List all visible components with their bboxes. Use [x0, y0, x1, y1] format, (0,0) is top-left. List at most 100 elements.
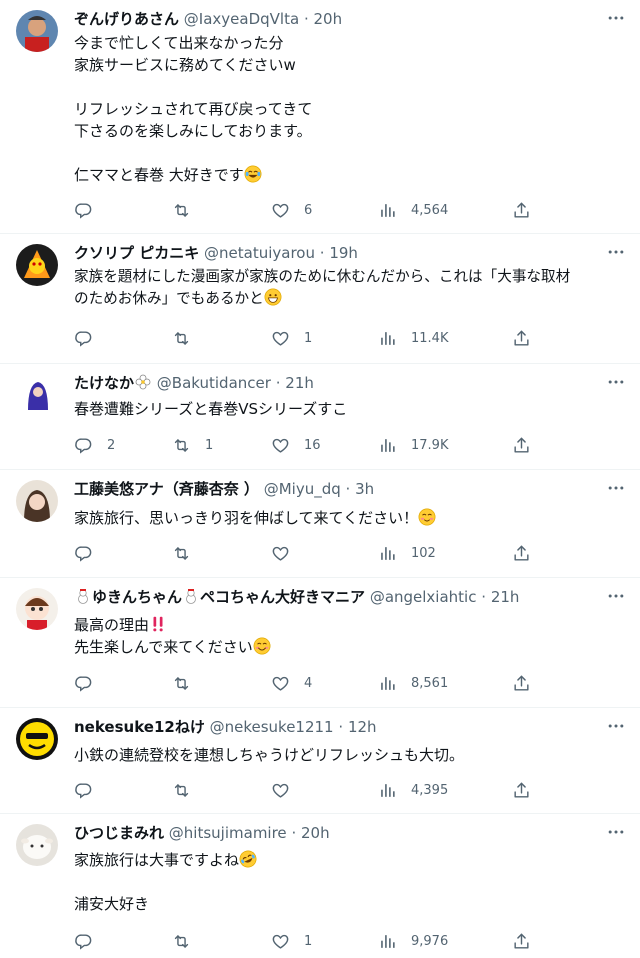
- avatar[interactable]: [16, 824, 58, 866]
- timestamp[interactable]: 20h: [301, 824, 330, 842]
- like-button[interactable]: [271, 779, 304, 801]
- user-handle[interactable]: @angelxiahtic: [370, 588, 477, 606]
- tweet-item[interactable]: 工藤美悠アナ（斉藤杏奈 ） @Miyu_dq · 3h 家族旅行、思いっきり羽を…: [0, 470, 640, 578]
- more-options-icon[interactable]: [606, 822, 626, 842]
- views-button[interactable]: 8,561: [378, 672, 448, 694]
- separator: ·: [319, 244, 325, 262]
- avatar[interactable]: [16, 588, 58, 630]
- like-button[interactable]: 1: [271, 930, 312, 952]
- views-button[interactable]: 4,395: [378, 779, 448, 801]
- more-options-icon[interactable]: [606, 8, 626, 28]
- views-button[interactable]: 9,976: [378, 930, 448, 952]
- tweet-header: ゆきんちゃん ペコちゃん大好きマニア @angelxiahtic · 21h: [74, 586, 596, 608]
- view-count: 102: [411, 545, 436, 561]
- tweet-text: 家族旅行、思いっきり羽を伸ばして来てください！: [74, 507, 620, 529]
- reply-button[interactable]: [74, 327, 107, 349]
- tweet-item[interactable]: ひつじまみれ @hitsujimamire · 20h 家族旅行は大事ですよね …: [0, 814, 640, 958]
- like-count: 1: [304, 330, 313, 346]
- tweet-item[interactable]: nekesuke12ねけ @nekesuke1211 · 12h 小鉄の連続登校…: [0, 708, 640, 814]
- display-name[interactable]: ぞんげりあさん: [74, 10, 179, 28]
- text-line: 春巻遭難シリーズと春巻VSシリーズすこ: [74, 400, 348, 418]
- share-button[interactable]: [512, 199, 531, 221]
- display-name[interactable]: nekesuke12ねけ: [74, 718, 205, 736]
- display-name[interactable]: ひつじまみれ: [74, 824, 164, 842]
- retweet-button[interactable]: [172, 542, 205, 564]
- retweet-button[interactable]: [172, 199, 205, 221]
- like-button[interactable]: [271, 542, 304, 564]
- more-options-icon[interactable]: [606, 372, 626, 392]
- user-handle[interactable]: @netatuiyarou: [204, 244, 315, 262]
- like-button[interactable]: 1: [271, 327, 312, 349]
- tweet-item[interactable]: ゆきんちゃん ペコちゃん大好きマニア @angelxiahtic · 21h 最高…: [0, 578, 640, 708]
- like-button[interactable]: 16: [271, 434, 321, 456]
- views-button[interactable]: 4,564: [378, 199, 448, 221]
- share-button[interactable]: [512, 779, 531, 801]
- timestamp[interactable]: 12h: [348, 718, 377, 736]
- display-name[interactable]: ペコちゃん大好きマニア: [200, 588, 365, 606]
- more-options-icon[interactable]: [606, 586, 626, 606]
- share-icon: [512, 201, 531, 220]
- share-button[interactable]: [512, 672, 531, 694]
- views-button[interactable]: 17.9K: [378, 434, 448, 456]
- views-button[interactable]: 11.4K: [378, 327, 448, 349]
- more-options-icon[interactable]: [606, 478, 626, 498]
- display-name[interactable]: ゆきんちゃん: [92, 588, 182, 606]
- tweet-text: 最高の理由 先生楽しんで来てください: [74, 614, 620, 658]
- share-button[interactable]: [512, 327, 531, 349]
- retweet-button[interactable]: [172, 930, 205, 952]
- user-handle[interactable]: @nekesuke1211: [210, 718, 334, 736]
- tweet-item[interactable]: たけなか @Bakutidancer · 21h 春巻遭難シリーズと春巻VSシリ…: [0, 364, 640, 470]
- snowman-emoji-icon: [186, 589, 196, 604]
- tweet-text: 家族を題材にした漫画家が家族のために休むんだから、これは「大事な取材 のためお休…: [74, 266, 620, 310]
- retweet-count: 1: [205, 437, 214, 453]
- heart-icon: [271, 544, 290, 563]
- tweet-item[interactable]: ぞんげりあさん @IaxyeaDqVlta · 20h 今まで忙しくて出来なかっ…: [0, 0, 640, 234]
- user-handle[interactable]: @Bakutidancer: [157, 374, 271, 392]
- avatar[interactable]: [16, 374, 58, 416]
- user-handle[interactable]: @IaxyeaDqVlta: [184, 10, 299, 28]
- view-count: 11.4K: [411, 330, 449, 346]
- more-options-icon[interactable]: [606, 242, 626, 262]
- avatar[interactable]: [16, 244, 58, 286]
- reply-button[interactable]: [74, 199, 107, 221]
- user-handle[interactable]: @Miyu_dq: [264, 480, 341, 498]
- rolling-laughing-emoji-icon: [239, 850, 257, 868]
- display-name[interactable]: たけなか: [74, 374, 134, 392]
- retweet-button[interactable]: [172, 672, 205, 694]
- reply-button[interactable]: [74, 930, 107, 952]
- tweet-item[interactable]: クソリプ ピカニキ @netatuiyarou · 19h 家族を題材にした漫画…: [0, 234, 640, 364]
- retweet-button[interactable]: [172, 779, 205, 801]
- retweet-button[interactable]: [172, 327, 205, 349]
- text-line: 今まで忙しくて出来なかった分: [74, 34, 284, 52]
- avatar[interactable]: [16, 10, 58, 52]
- like-button[interactable]: 6: [271, 199, 312, 221]
- reply-button[interactable]: [74, 779, 107, 801]
- timestamp[interactable]: 20h: [314, 10, 343, 28]
- display-name[interactable]: 工藤美悠アナ（斉藤杏奈 ）: [74, 480, 259, 498]
- more-options-icon[interactable]: [606, 716, 626, 736]
- retweet-icon: [172, 932, 191, 951]
- timestamp[interactable]: 19h: [329, 244, 358, 262]
- share-button[interactable]: [512, 434, 531, 456]
- tweet-actions: 6 4,564: [74, 199, 544, 221]
- timestamp[interactable]: 21h: [285, 374, 314, 392]
- reply-button[interactable]: 2: [74, 434, 115, 456]
- user-handle[interactable]: @hitsujimamire: [169, 824, 287, 842]
- display-name[interactable]: クソリプ ピカニキ: [74, 244, 199, 262]
- text-line-with-emoji: のためお休み」でもあるかと: [74, 288, 620, 310]
- views-button[interactable]: 102: [378, 542, 436, 564]
- reply-icon: [74, 436, 93, 455]
- retweet-icon: [172, 674, 191, 693]
- timestamp[interactable]: 21h: [491, 588, 520, 606]
- share-button[interactable]: [512, 542, 531, 564]
- avatar[interactable]: [16, 718, 58, 760]
- reply-button[interactable]: [74, 672, 107, 694]
- timestamp[interactable]: 3h: [355, 480, 374, 498]
- avatar[interactable]: [16, 480, 58, 522]
- retweet-button[interactable]: 1: [172, 434, 213, 456]
- tweet-text: 春巻遭難シリーズと春巻VSシリーズすこ: [74, 398, 620, 420]
- reply-button[interactable]: [74, 542, 107, 564]
- like-button[interactable]: 4: [271, 672, 312, 694]
- tweet-actions: 4 8,561: [74, 672, 544, 694]
- share-button[interactable]: [512, 930, 531, 952]
